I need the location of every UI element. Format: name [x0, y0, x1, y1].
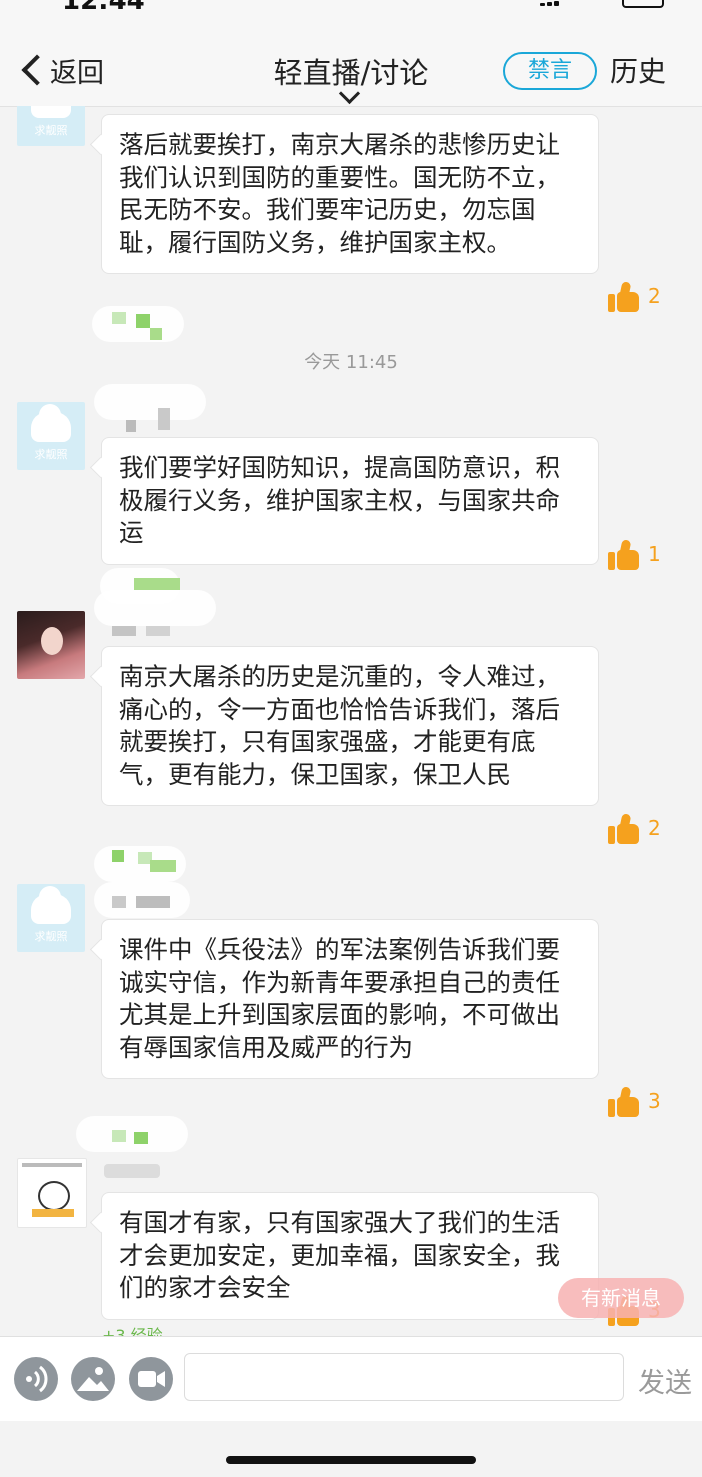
battery-icon — [622, 0, 664, 8]
like-button[interactable]: 2 — [608, 812, 678, 848]
status-time: 12:44 — [62, 0, 145, 16]
video-button[interactable] — [129, 1357, 173, 1401]
video-icon — [138, 1371, 165, 1387]
like-button[interactable]: 2 — [608, 280, 678, 316]
blur-pixel — [126, 420, 136, 432]
like-button[interactable]: 1 — [608, 538, 678, 574]
blurred-username — [94, 590, 216, 626]
blur-pixel — [112, 850, 124, 862]
blurred-label — [76, 1116, 188, 1152]
send-button[interactable]: 发送 — [638, 1361, 692, 1400]
mute-button[interactable]: 禁言 — [503, 52, 597, 90]
blur-pixel — [112, 1130, 126, 1142]
status-bar: 12:44 — [0, 0, 702, 20]
blur-pixel — [134, 578, 180, 590]
message-input[interactable] — [184, 1353, 624, 1401]
like-count: 1 — [648, 542, 661, 566]
bottom-safe-area — [0, 1421, 702, 1477]
thumbs-up-icon — [608, 1086, 640, 1117]
blur-pixel — [150, 328, 162, 340]
home-indicator[interactable] — [226, 1456, 476, 1464]
message-bubble[interactable]: 我们要学好国防知识，提高国防意识，积极履行义务，维护国家主权，与国家共命运 — [101, 437, 599, 565]
thumbs-up-icon — [608, 539, 640, 570]
chat-list[interactable]: 求靓照 落后就要挨打，南京大屠杀的悲惨历史让我们认识到国防的重要性。国无防不立，… — [0, 106, 702, 1336]
input-bar: 发送 — [0, 1336, 702, 1422]
like-count: 3 — [648, 1089, 661, 1113]
avatar[interactable]: 求靓照 — [17, 402, 85, 470]
like-button[interactable]: 3 — [608, 1085, 678, 1121]
message-bubble[interactable]: 有国才有家，只有国家强大了我们的生活才会更加安定，更加幸福，国家安全，我们的家才… — [101, 1192, 599, 1320]
avatar[interactable]: 求靓照 — [17, 106, 85, 146]
message-bubble[interactable]: 课件中《兵役法》的军法案例告诉我们要诚实守信，作为新青年要承担自己的责任 尤其是… — [101, 919, 599, 1079]
blur-pixel — [136, 896, 170, 908]
blur-pixel — [146, 626, 170, 636]
blur-pixel — [150, 860, 176, 872]
message-bubble[interactable]: 落后就要挨打，南京大屠杀的悲惨历史让我们认识到国防的重要性。国无防不立，民无防不… — [101, 114, 599, 274]
blur-pixel — [112, 312, 126, 324]
blurred-username — [104, 1164, 160, 1178]
avatar[interactable]: 求靓照 — [17, 884, 85, 952]
blur-pixel — [158, 408, 170, 430]
like-count: 2 — [648, 816, 661, 840]
image-icon — [77, 1367, 109, 1391]
thumbs-up-icon — [608, 813, 640, 844]
voice-button[interactable] — [14, 1357, 58, 1401]
blur-pixel — [112, 626, 136, 636]
timestamp: 今天 11:45 — [304, 352, 398, 373]
blur-pixel — [134, 1132, 148, 1144]
avatar[interactable] — [17, 1158, 87, 1228]
signal-icon — [540, 0, 570, 6]
message-bubble[interactable]: 南京大屠杀的历史是沉重的，令人难过，痛心的，令一方面也恰恰告诉我们，落后就要挨打… — [101, 646, 599, 806]
avatar[interactable] — [17, 611, 85, 679]
header-bar: 返回 轻直播/讨论 禁言 历史 — [0, 20, 702, 107]
avatar-logo-text: 求靓照 — [34, 448, 68, 461]
like-count: 2 — [648, 284, 661, 308]
history-button[interactable]: 历史 — [610, 50, 666, 90]
blurred-username — [94, 384, 206, 420]
experience-label: +3 经验 — [102, 1326, 163, 1336]
thumbs-up-icon — [608, 281, 640, 312]
voice-icon — [26, 1365, 48, 1393]
avatar-logo-text: 求靓照 — [34, 930, 68, 943]
new-message-pill[interactable]: 有新消息 — [558, 1278, 684, 1318]
blur-pixel — [112, 896, 126, 908]
image-button[interactable] — [71, 1357, 115, 1401]
avatar-logo-text: 求靓照 — [34, 124, 68, 137]
blur-pixel — [136, 314, 150, 328]
